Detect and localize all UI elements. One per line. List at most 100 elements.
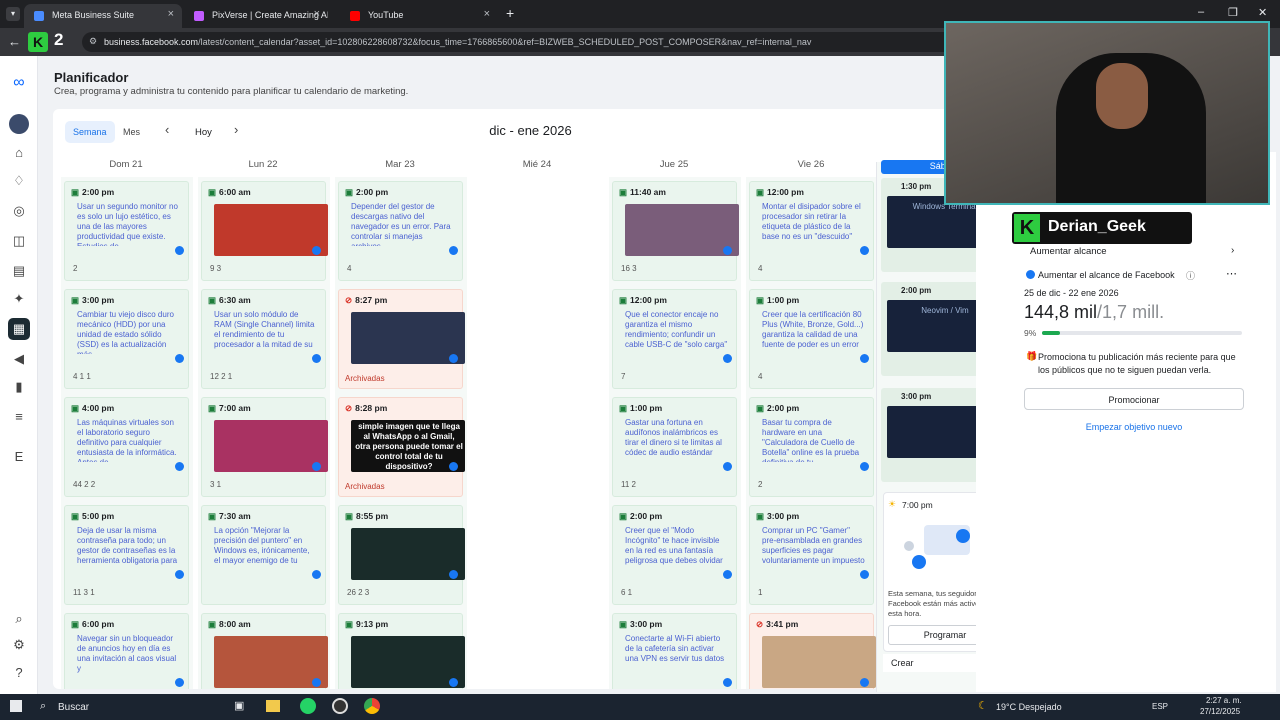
whatsapp-icon[interactable]: [300, 698, 316, 714]
browser-tab[interactable]: PixVerse | Create Amazing AI V ×: [184, 4, 328, 28]
calendar-icon: ▣: [756, 295, 765, 305]
scheduled-post-card[interactable]: ▣ 1:00 pm Creer que la certificación 80 Pl…: [749, 289, 874, 389]
tab-favicon-icon: [34, 11, 44, 21]
site-info-icon[interactable]: ⚙: [89, 36, 97, 47]
scheduled-post-card[interactable]: ▣ 11:40 am 16 3: [612, 181, 739, 281]
post-time: ▣ 12:00 pm: [756, 187, 804, 198]
file-explorer-icon[interactable]: [266, 700, 280, 712]
megaphone-icon[interactable]: ◀: [10, 350, 28, 368]
clock-date[interactable]: 27/12/2025: [1200, 707, 1240, 716]
scheduled-post-card[interactable]: ▣ 1:00 pm Gastar una fortuna en audífonos …: [612, 397, 737, 497]
scheduled-post-card[interactable]: ▣ 12:00 pm Que el conector encaje no garan…: [612, 289, 737, 389]
scheduled-post-card[interactable]: ⊘ 8:28 pm simple imagen que te llega al Wh…: [338, 397, 465, 497]
scheduled-post-card[interactable]: ▣ 2:00 pm Creer que el "Modo Incógnito" te…: [612, 505, 737, 605]
scheduled-post-card[interactable]: ▣ 7:30 am La opción "Mejorar la precisión …: [201, 505, 326, 605]
scheduled-post-card[interactable]: ▣ 4:00 pm Las máquinas virtuales son el la…: [64, 397, 189, 497]
browser-tab[interactable]: Meta Business Suite ×: [24, 4, 182, 28]
info-icon[interactable]: ⓘ: [1186, 269, 1195, 282]
close-tab-icon[interactable]: ×: [484, 8, 490, 20]
post-time-label: 11:40 am: [630, 187, 666, 197]
scheduled-post-card[interactable]: ▣ 3:00 pm Comprar un PC "Gamer" pre-ensamb…: [749, 505, 874, 605]
post-text: Usar un segundo monitor no es solo un lu…: [77, 202, 178, 246]
scheduled-post-card[interactable]: ▣ 8:00 am: [201, 613, 328, 689]
scheduled-post-card[interactable]: ▣ 9:13 pm: [338, 613, 465, 689]
chevron-right-icon[interactable]: ›: [1231, 245, 1234, 256]
scheduled-post-card[interactable]: ▣ 3:00 pm Cambiar tu viejo disco duro mecá…: [64, 289, 189, 389]
taskbar-search-icon[interactable]: ⌕: [40, 700, 46, 713]
post-time: ▣ 3:00 pm: [619, 619, 662, 630]
weather-text[interactable]: 19°C Despejado: [996, 702, 1062, 712]
scheduled-post-card[interactable]: ▣ 2:00 pm Depender del gestor de descargas…: [338, 181, 463, 281]
error-icon: ⊘: [345, 403, 353, 413]
inbox-icon[interactable]: ◫: [10, 232, 28, 250]
planner-calendar-icon[interactable]: ▦: [8, 318, 30, 340]
post-thumbnail: [762, 636, 876, 688]
facebook-icon: [449, 354, 458, 363]
scheduled-post-card[interactable]: ▣ 6:00 pm Navegar sin un bloqueador de anu…: [64, 613, 189, 689]
maximize-icon[interactable]: ❐: [1228, 6, 1238, 19]
scheduled-post-card[interactable]: ▣ 5:00 pm Deja de usar la misma contraseña…: [64, 505, 189, 605]
post-thumbnail: [625, 204, 739, 256]
post-time: ▣ 4:00 pm: [71, 403, 114, 414]
post-time: ▣ 7:30 am: [208, 511, 251, 522]
taskbar-search[interactable]: Buscar: [58, 702, 89, 713]
scheduled-post-card[interactable]: ▣ 2:00 pm Basar tu compra de hardware en u…: [749, 397, 874, 497]
language-indicator[interactable]: ESP: [1152, 702, 1168, 711]
url-field[interactable]: ⚙ business.facebook.com/latest/content_c…: [82, 32, 982, 52]
edit-icon[interactable]: E: [10, 448, 28, 466]
tab-favicon-icon: [350, 11, 360, 21]
facebook-icon: [175, 462, 184, 471]
boost-date-range: 25 de dic - 22 ene 2026: [1024, 288, 1119, 298]
scheduled-post-card[interactable]: ▣ 2:00 pm Usar un segundo monitor no es so…: [64, 181, 189, 281]
scheduled-post-card[interactable]: ▣ 7:00 am 3 1: [201, 397, 328, 497]
facebook-icon: [449, 678, 458, 687]
tab-list-icon[interactable]: ▾: [6, 7, 20, 21]
facebook-icon: [449, 246, 458, 255]
settings-icon[interactable]: ⚙: [10, 636, 28, 654]
facebook-icon: [723, 462, 732, 471]
facebook-icon: [449, 570, 458, 579]
day-header: Dom 21: [109, 159, 143, 170]
meta-logo-icon[interactable]: ∞: [10, 74, 28, 92]
minimize-icon[interactable]: –: [1198, 6, 1204, 18]
post-time-label: 3:00 pm: [767, 511, 800, 521]
close-window-icon[interactable]: ✕: [1258, 6, 1267, 19]
task-view-icon[interactable]: ▣: [234, 699, 244, 712]
scheduled-post-card[interactable]: ▣ 8:55 pm 26 2 3: [338, 505, 465, 605]
all-tools-icon[interactable]: ≡: [10, 408, 28, 426]
close-tab-icon[interactable]: ×: [168, 8, 174, 20]
notifications-icon[interactable]: ♢: [10, 172, 28, 190]
browser-tab[interactable]: YouTube ×: [340, 4, 498, 28]
new-goal-link[interactable]: Empezar objetivo nuevo: [1024, 422, 1244, 432]
help-icon[interactable]: ?: [10, 664, 28, 682]
scheduled-post-card[interactable]: ▣ 6:00 am 9 3: [201, 181, 328, 281]
chrome-icon[interactable]: [364, 698, 380, 714]
home-icon[interactable]: ⌂: [10, 144, 28, 162]
scheduled-post-card[interactable]: ▣ 3:00 pm Conectarte al Wi-Fi abierto de l…: [612, 613, 737, 689]
promote-button[interactable]: Promocionar: [1024, 388, 1244, 410]
clock-time[interactable]: 2:27 a. m.: [1206, 696, 1242, 705]
close-tab-icon[interactable]: ×: [314, 8, 320, 20]
facebook-icon: [860, 462, 869, 471]
search-icon[interactable]: ⌕: [10, 610, 28, 628]
start-icon[interactable]: [10, 700, 22, 712]
date-range-label: dic - ene 2026: [489, 123, 572, 138]
avatar[interactable]: [9, 114, 29, 134]
analytics-icon[interactable]: ▮: [10, 378, 28, 396]
scheduled-post-card[interactable]: ⊘ 3:41 pm: [749, 613, 876, 689]
post-engagement: 44 2 2: [73, 480, 96, 489]
back-icon[interactable]: ←: [8, 34, 21, 49]
content-icon[interactable]: ▤: [10, 262, 28, 280]
post-engagement: 4: [347, 264, 352, 273]
webcam-overlay: [944, 21, 1270, 205]
boost-header[interactable]: Aumentar alcance: [1030, 246, 1107, 257]
scheduled-post-card[interactable]: ⊘ 8:27 pm Archivadas: [338, 289, 465, 389]
insights-icon[interactable]: ◎: [10, 202, 28, 220]
scheduled-post-card[interactable]: ▣ 6:30 am Usar un solo módulo de RAM (Sing…: [201, 289, 326, 389]
calendar-icon: ▣: [619, 619, 628, 629]
obs-icon[interactable]: [332, 698, 348, 714]
scheduled-post-card[interactable]: ▣ 12:00 pm Montar el disipador sobre el pr…: [749, 181, 874, 281]
new-tab-button[interactable]: +: [506, 5, 514, 21]
more-options-icon[interactable]: ⋯: [1226, 267, 1237, 280]
ads-icon[interactable]: ✦: [10, 290, 28, 308]
